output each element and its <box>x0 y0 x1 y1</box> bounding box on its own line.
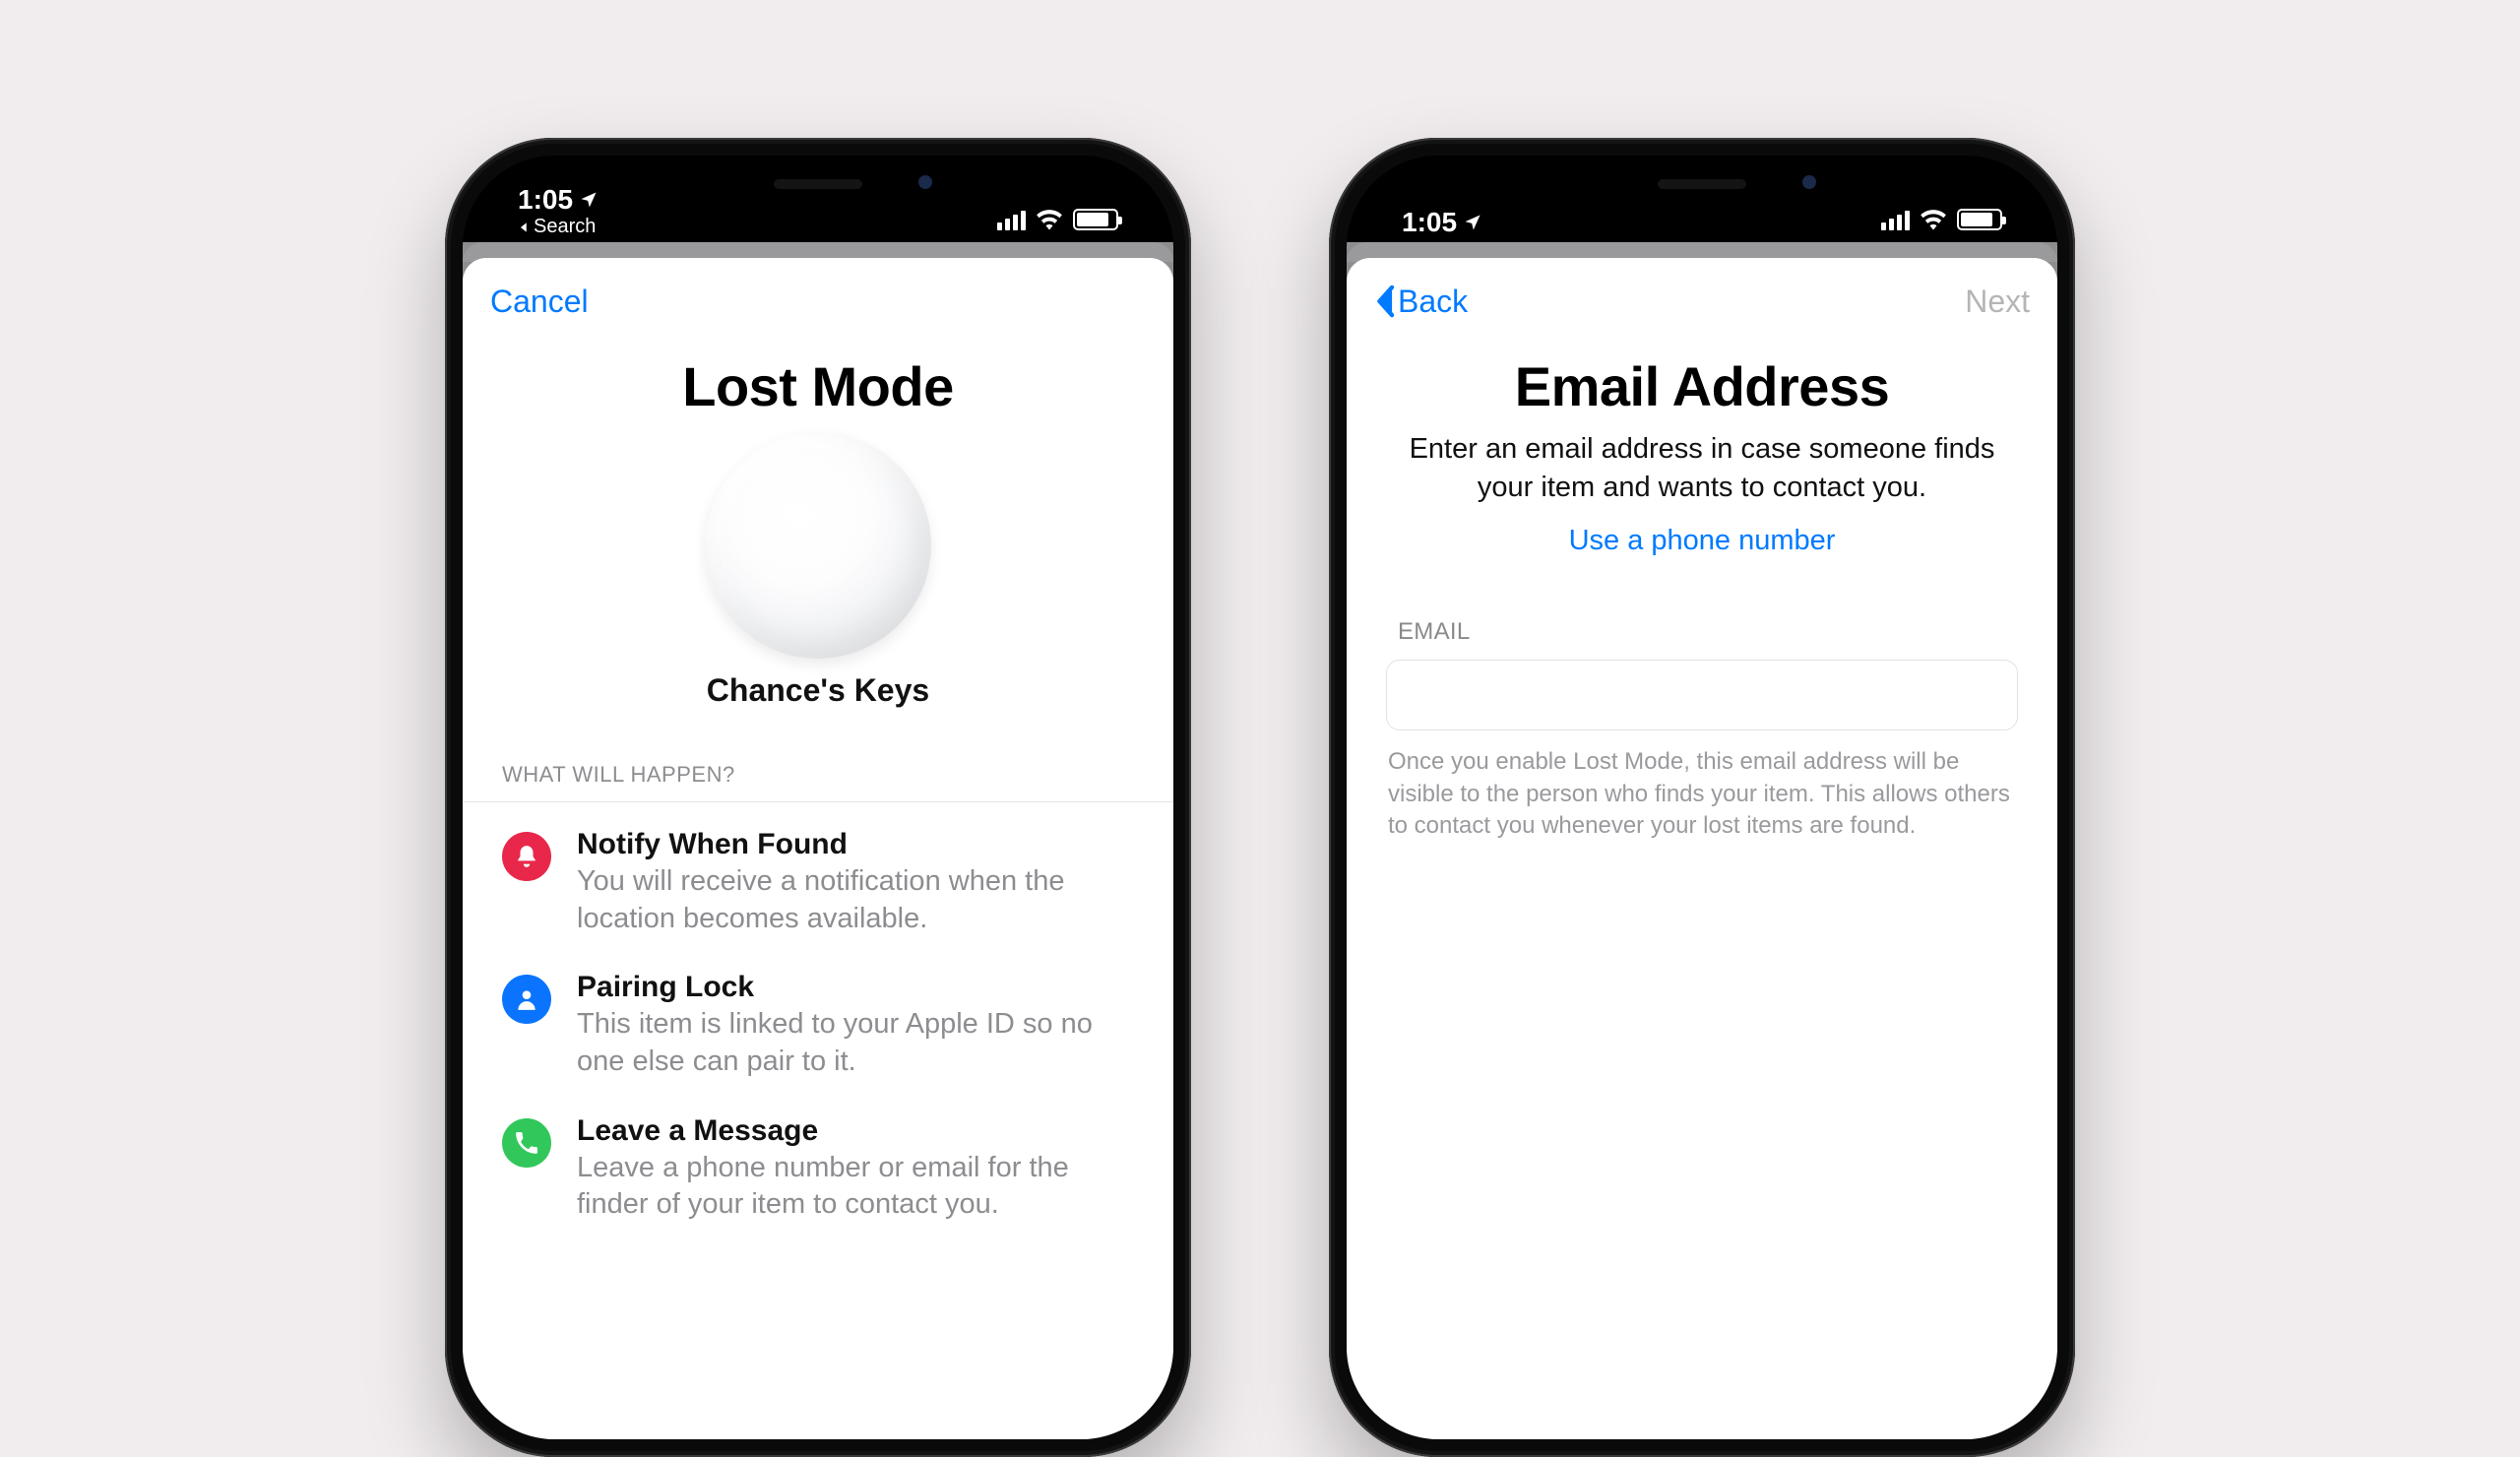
notch <box>661 156 976 209</box>
bullet-message: Leave a Message Leave a phone number or … <box>463 1114 1173 1257</box>
email-input[interactable] <box>1387 661 2017 729</box>
bullet-title: Notify When Found <box>577 828 1134 861</box>
page-title: Email Address <box>1347 354 2057 418</box>
status-time: 1:05 <box>1402 207 1482 238</box>
chevron-left-icon <box>1374 285 1396 318</box>
cellular-icon <box>1881 209 1910 230</box>
battery-icon <box>1957 209 2002 230</box>
phone-left: 1:05 Search Can <box>445 138 1191 1457</box>
bullet-desc: You will receive a notification when the… <box>577 863 1134 937</box>
cancel-button[interactable]: Cancel <box>490 284 589 320</box>
back-button[interactable]: Back <box>1374 284 1468 320</box>
cellular-icon <box>997 209 1026 230</box>
wifi-icon <box>1036 209 1063 230</box>
bullet-pairing: Pairing Lock This item is linked to your… <box>463 971 1173 1113</box>
screen: 1:05 Search Can <box>463 156 1173 1439</box>
bullet-desc: This item is linked to your Apple ID so … <box>577 1006 1134 1080</box>
location-icon <box>1463 213 1482 232</box>
modal-background: Back Next Email Address Enter an email a… <box>1347 242 2057 1439</box>
person-icon <box>502 975 551 1024</box>
modal-background: Cancel Lost Mode Chance's Keys WHAT WILL… <box>463 242 1173 1439</box>
phone-right: 1:05 Back <box>1329 138 2075 1457</box>
lost-mode-sheet: Cancel Lost Mode Chance's Keys WHAT WILL… <box>463 258 1173 1439</box>
bullet-notify: Notify When Found You will receive a not… <box>463 828 1173 971</box>
back-label: Back <box>1398 284 1468 320</box>
next-button[interactable]: Next <box>1965 284 2030 320</box>
email-sheet: Back Next Email Address Enter an email a… <box>1347 258 2057 1439</box>
section-header: WHAT WILL HAPPEN? <box>463 762 1173 802</box>
screen: 1:05 Back <box>1347 156 2057 1439</box>
location-icon <box>579 190 598 210</box>
email-field-hint: Once you enable Lost Mode, this email ad… <box>1347 730 2057 842</box>
airtag-image <box>705 432 931 659</box>
use-phone-number-link[interactable]: Use a phone number <box>1347 525 2057 557</box>
cancel-label: Cancel <box>490 284 589 320</box>
next-label: Next <box>1965 284 2030 320</box>
time-text: 1:05 <box>1402 207 1457 238</box>
back-triangle-icon <box>518 221 532 234</box>
status-back-label: Search <box>534 216 596 238</box>
notch <box>1544 156 1859 209</box>
status-time: 1:05 <box>518 184 598 216</box>
time-text: 1:05 <box>518 184 573 216</box>
bullet-title: Leave a Message <box>577 1114 1134 1148</box>
wifi-icon <box>1920 209 1947 230</box>
bell-icon <box>502 832 551 881</box>
email-field-label: EMAIL <box>1347 618 2057 646</box>
bullet-title: Pairing Lock <box>577 971 1134 1004</box>
phone-icon <box>502 1118 551 1168</box>
page-title: Lost Mode <box>463 354 1173 418</box>
email-field-container <box>1386 660 2018 730</box>
battery-icon <box>1073 209 1118 230</box>
status-back-to-app[interactable]: Search <box>518 216 598 238</box>
item-name: Chance's Keys <box>463 672 1173 709</box>
bullet-desc: Leave a phone number or email for the fi… <box>577 1150 1134 1224</box>
page-subtext: Enter an email address in case someone f… <box>1347 430 2057 507</box>
